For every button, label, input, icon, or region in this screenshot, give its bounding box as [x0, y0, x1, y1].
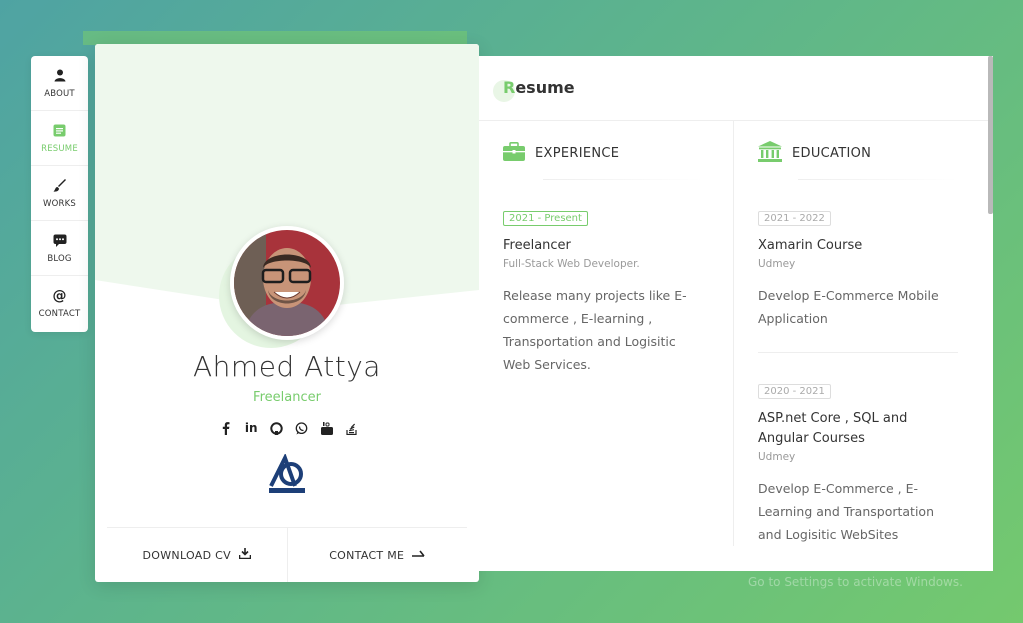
heading-underline: [798, 179, 958, 180]
column-divider: [733, 121, 734, 546]
nav-label: RESUME: [41, 143, 78, 154]
profile-subtitle: Freelancer: [253, 390, 321, 405]
profile-card: Ahmed Attya Freelancer in DOWNLOAD CV CO…: [95, 44, 479, 582]
contact-me-button[interactable]: CONTACT ME: [288, 528, 468, 582]
send-icon: [412, 549, 425, 562]
youtube-icon[interactable]: [320, 421, 334, 435]
education-heading: EDUCATION: [758, 121, 988, 179]
download-icon: [238, 548, 252, 562]
facebook-icon[interactable]: [219, 421, 233, 435]
experience-entry: 2021 - Present Freelancer Full-Stack Web…: [503, 206, 733, 376]
bank-icon: [758, 140, 782, 166]
card-accent-strip: [83, 31, 467, 45]
education-heading-label: EDUCATION: [792, 145, 872, 161]
entry-description: Release many projects like E-commerce , …: [503, 288, 687, 372]
entry-separator: [758, 352, 958, 353]
activate-windows-subtitle: Go to Settings to activate Windows.: [748, 575, 963, 589]
chat-icon: [52, 233, 68, 249]
entry-title: Xamarin Course: [758, 238, 863, 253]
activate-windows-title: Activate Windows: [748, 549, 908, 570]
title-first-letter: R: [503, 78, 516, 97]
education-column: EDUCATION 2021 - 2022 Xamarin Course Udm…: [758, 121, 988, 546]
entry-title: ASP.net Core , SQL and Angular Courses: [758, 411, 908, 446]
entry-description: Develop E-Commerce Mobile Application: [758, 288, 939, 326]
nav-label: CONTACT: [38, 309, 81, 319]
download-cv-label: DOWNLOAD CV: [142, 548, 231, 562]
nav-label: WORKS: [43, 198, 76, 209]
side-nav: ABOUT RESUME WORKS BLOG @ CONTACT: [31, 56, 88, 332]
title-rest: esume: [515, 78, 575, 97]
entry-subtitle: Udmey: [758, 451, 796, 463]
stackoverflow-icon[interactable]: [345, 421, 359, 435]
user-icon: [52, 68, 68, 84]
period-badge: 2020 - 2021: [758, 384, 831, 399]
period-badge: 2021 - Present: [503, 211, 588, 226]
entry-subtitle: Full-Stack Web Developer.: [503, 258, 640, 270]
download-cv-button[interactable]: DOWNLOAD CV: [107, 528, 288, 582]
linkedin-icon[interactable]: in: [244, 421, 258, 435]
contact-me-label: CONTACT ME: [329, 548, 405, 562]
nav-label: ABOUT: [44, 88, 75, 99]
briefcase-icon: [503, 141, 525, 165]
scrollbar[interactable]: [988, 56, 993, 214]
nav-item-contact[interactable]: @ CONTACT: [31, 276, 88, 331]
avatar: [230, 226, 344, 340]
github-icon[interactable]: [269, 421, 283, 435]
entry-description: Develop E-Commerce , E-Learning and Tran…: [758, 481, 934, 542]
resume-header: Resume: [479, 56, 993, 121]
nav-label: BLOG: [47, 253, 72, 264]
nav-item-blog[interactable]: BLOG: [31, 221, 88, 276]
whatsapp-icon[interactable]: [295, 421, 309, 435]
experience-column: EXPERIENCE 2021 - Present Freelancer Ful…: [503, 121, 733, 376]
nav-item-works[interactable]: WORKS: [31, 166, 88, 221]
resume-panel: Resume EXPERIENCE 2021 - Present Freelan…: [479, 56, 993, 571]
card-actions: DOWNLOAD CV CONTACT ME: [107, 527, 467, 582]
period-badge: 2021 - 2022: [758, 211, 831, 226]
experience-heading-label: EXPERIENCE: [535, 145, 620, 161]
brand-logo: [265, 452, 309, 496]
education-entry: 2020 - 2021 ASP.net Core , SQL and Angul…: [758, 379, 988, 546]
nav-item-resume[interactable]: RESUME: [31, 111, 88, 166]
social-links: in: [219, 419, 359, 437]
heading-underline: [543, 179, 703, 180]
page-title: Resume: [503, 78, 575, 97]
document-icon: [52, 123, 68, 139]
at-icon: @: [52, 288, 67, 304]
nav-item-about[interactable]: ABOUT: [31, 56, 88, 111]
education-entry: 2021 - 2022 Xamarin Course Udmey Develop…: [758, 206, 988, 353]
experience-heading: EXPERIENCE: [503, 121, 733, 179]
profile-name: Ahmed Attya: [193, 350, 381, 383]
brush-icon: [52, 178, 68, 194]
entry-subtitle: Udmey: [758, 258, 796, 270]
entry-title: Freelancer: [503, 238, 571, 253]
